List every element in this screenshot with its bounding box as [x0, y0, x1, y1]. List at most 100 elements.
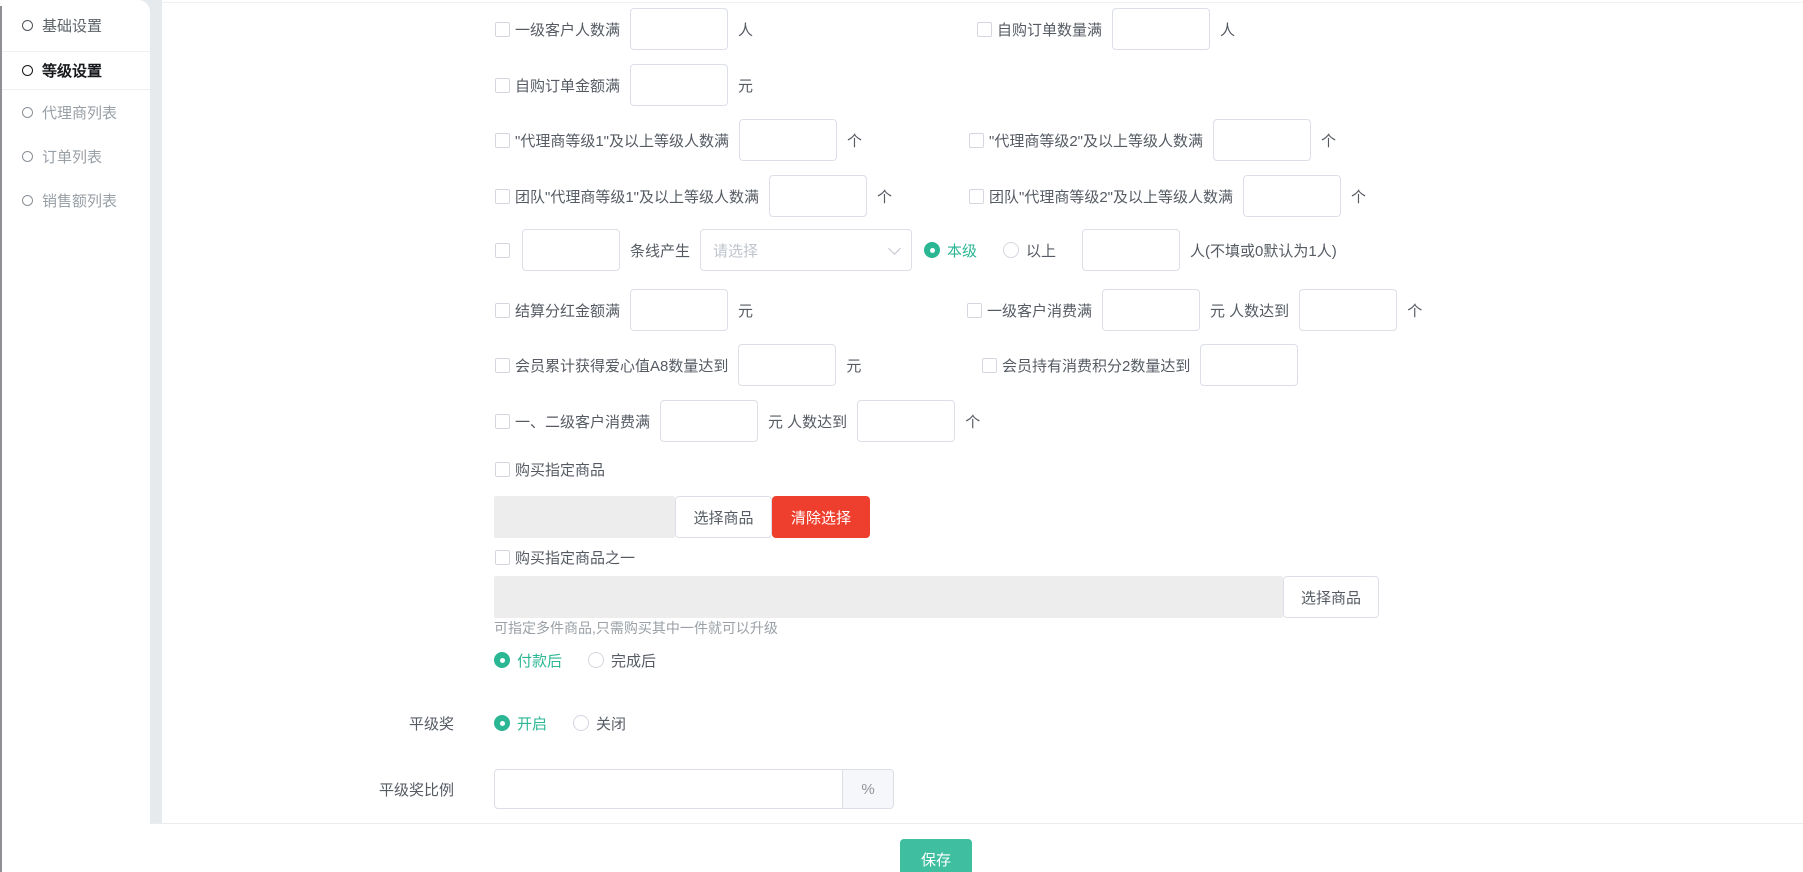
member-love-value-a8-input[interactable]: [738, 344, 836, 386]
unit-label: 元: [846, 355, 861, 376]
first-level-customer-people-input[interactable]: [1299, 289, 1397, 331]
condition-label: 团队"代理商等级1"及以上等级人数满: [515, 186, 759, 207]
upgrade-timing-group: 付款后 完成后: [494, 648, 682, 672]
choose-product-button[interactable]: 选择商品: [675, 496, 772, 538]
condition-label: 购买指定商品: [515, 459, 605, 480]
member-consume-points2-input[interactable]: [1200, 344, 1298, 386]
peer-award-label: 平级奖: [322, 713, 454, 734]
condition-label: 一、二级客户消费满: [515, 411, 650, 432]
suffix-note: 人(不填或0默认为1人): [1190, 240, 1337, 261]
buy-specified-product-checkbox[interactable]: [495, 462, 510, 477]
percent-suffix: %: [843, 769, 894, 809]
condition-label: 结算分红金额满: [515, 300, 620, 321]
unit-label: 元 人数达到: [768, 411, 847, 432]
peer-award-off-label: 关闭: [596, 713, 626, 734]
agent-level2-count-checkbox[interactable]: [969, 133, 984, 148]
same-level-radio[interactable]: [924, 242, 940, 258]
condition-self-purchase-order-count: 自购订单数量满 人: [977, 8, 1235, 50]
peer-award-ratio-group: 平级奖比例 %: [322, 769, 894, 809]
first-second-level-people-input[interactable]: [857, 400, 955, 442]
after-complete-label: 完成后: [611, 650, 656, 671]
first-level-customer-spend-checkbox[interactable]: [967, 303, 982, 318]
products-hint-row: 可指定多件商品,只需购买其中一件就可以升级: [494, 618, 778, 638]
sidebar-item-label: 基础设置: [42, 15, 102, 36]
clear-selection-button[interactable]: 清除选择: [772, 496, 870, 538]
team-agent-level1-count-input[interactable]: [769, 175, 867, 217]
agent-level1-count-input[interactable]: [739, 119, 837, 161]
peer-award-off-radio[interactable]: [573, 715, 589, 731]
self-purchase-order-amount-input[interactable]: [630, 64, 728, 106]
unit-label: 个: [1407, 300, 1422, 321]
team-agent-level2-count-input[interactable]: [1243, 175, 1341, 217]
after-payment-radio[interactable]: [494, 652, 510, 668]
chevron-down-icon: [888, 242, 901, 255]
same-level-label: 本级: [947, 240, 977, 261]
lines-count-input[interactable]: [522, 229, 620, 271]
peer-award-on-radio[interactable]: [494, 715, 510, 731]
buy-one-of-products-checkbox[interactable]: [495, 550, 510, 565]
unit-label: 元: [738, 300, 753, 321]
team-agent-level1-count-checkbox[interactable]: [495, 189, 510, 204]
products-hint: 可指定多件商品,只需购买其中一件就可以升级: [494, 618, 778, 638]
choose-products-button[interactable]: 选择商品: [1283, 576, 1379, 618]
member-love-value-a8-checkbox[interactable]: [495, 358, 510, 373]
circle-icon: [22, 20, 33, 31]
condition-label: "代理商等级1"及以上等级人数满: [515, 130, 729, 151]
peer-award-on-label: 开启: [517, 713, 547, 734]
settlement-dividend-checkbox[interactable]: [495, 303, 510, 318]
unit-label: 人: [1220, 19, 1235, 40]
team-agent-level2-count-checkbox[interactable]: [969, 189, 984, 204]
sidebar-item-order-list[interactable]: 订单列表: [0, 134, 150, 178]
lines-produce-checkbox[interactable]: [495, 243, 510, 258]
condition-label: 会员累计获得爱心值A8数量达到: [515, 355, 728, 376]
condition-team-agent-level1-count: 团队"代理商等级1"及以上等级人数满 个: [495, 175, 892, 217]
above-level-label: 以上: [1026, 240, 1056, 261]
first-level-customer-count-checkbox[interactable]: [495, 22, 510, 37]
unit-label: 个: [877, 186, 892, 207]
condition-buy-one-of-products: 购买指定商品之一: [495, 546, 645, 568]
lines-people-input[interactable]: [1082, 229, 1180, 271]
condition-agent-level2-count: "代理商等级2"及以上等级人数满 个: [969, 119, 1336, 161]
sidebar-item-label: 销售额列表: [42, 190, 117, 211]
one-of-products-picker: 选择商品: [494, 576, 1379, 618]
first-level-customer-count-input[interactable]: [630, 8, 728, 50]
condition-team-agent-level2-count: 团队"代理商等级2"及以上等级人数满 个: [969, 175, 1366, 217]
sidebar-item-agent-list[interactable]: 代理商列表: [0, 90, 150, 134]
first-second-level-spend-input[interactable]: [660, 400, 758, 442]
footer-bar: 保存: [150, 823, 1803, 872]
peer-award-ratio-input[interactable]: [494, 769, 843, 809]
circle-icon: [22, 195, 33, 206]
self-purchase-order-count-input[interactable]: [1112, 8, 1210, 50]
condition-first-second-level-customer-spend: 一、二级客户消费满 元 人数达到 个: [495, 400, 980, 442]
condition-first-level-customer-spend: 一级客户消费满 元 人数达到 个: [967, 289, 1422, 331]
condition-label: 会员持有消费积分2数量达到: [1002, 355, 1190, 376]
condition-member-love-value-a8: 会员累计获得爱心值A8数量达到 元: [495, 344, 861, 386]
circle-icon: [22, 65, 33, 76]
first-second-level-spend-checkbox[interactable]: [495, 414, 510, 429]
circle-icon: [22, 107, 33, 118]
condition-label: 自购订单金额满: [515, 75, 620, 96]
level-select[interactable]: 请选择: [700, 229, 912, 271]
settlement-dividend-input[interactable]: [630, 289, 728, 331]
sidebar-item-sales-list[interactable]: 销售额列表: [0, 178, 150, 222]
unit-label: 个: [1321, 130, 1336, 151]
sidebar: 基础设置 等级设置 代理商列表 订单列表 销售额列表: [0, 0, 150, 872]
sidebar-item-label: 代理商列表: [42, 102, 117, 123]
condition-buy-specified-product: 购买指定商品: [495, 458, 615, 480]
sidebar-item-level-settings[interactable]: 等级设置: [0, 52, 150, 90]
member-consume-points2-checkbox[interactable]: [982, 358, 997, 373]
select-placeholder: 请选择: [713, 240, 758, 261]
condition-self-purchase-order-amount: 自购订单金额满 元: [495, 64, 753, 106]
save-button[interactable]: 保存: [900, 839, 972, 872]
sidebar-item-basic-settings[interactable]: 基础设置: [0, 0, 150, 52]
self-purchase-order-amount-checkbox[interactable]: [495, 78, 510, 93]
after-complete-radio[interactable]: [588, 652, 604, 668]
above-level-radio[interactable]: [1003, 242, 1019, 258]
unit-label: 元 人数达到: [1210, 300, 1289, 321]
selected-products-box: [494, 576, 1283, 618]
first-level-customer-spend-input[interactable]: [1102, 289, 1200, 331]
agent-level2-count-input[interactable]: [1213, 119, 1311, 161]
self-purchase-order-count-checkbox[interactable]: [977, 22, 992, 37]
agent-level1-count-checkbox[interactable]: [495, 133, 510, 148]
specified-product-picker: 选择商品 清除选择: [494, 496, 870, 538]
